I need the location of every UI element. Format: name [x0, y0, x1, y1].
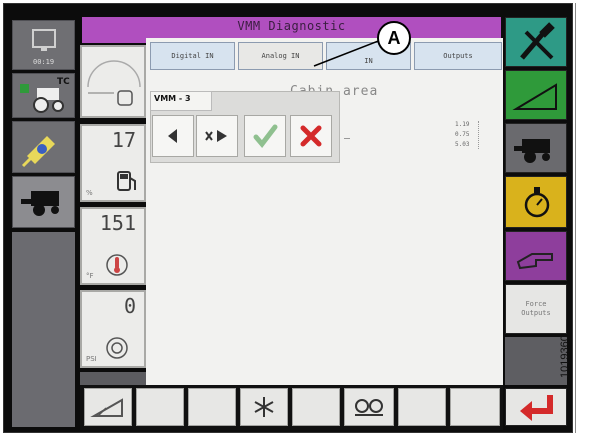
slope-icon [512, 83, 557, 110]
hammer-wrench-icon [520, 22, 555, 60]
checkmark-icon [253, 124, 278, 148]
header-setting-button[interactable] [505, 70, 567, 120]
reading-marks [478, 121, 484, 149]
fuel-pump-icon [117, 171, 136, 191]
figure-id: 1019360 [559, 335, 571, 378]
temperature-unit: °F [86, 272, 94, 280]
tape-reel-icon [355, 399, 383, 416]
close-x-icon [300, 125, 322, 147]
tc-label: TC [57, 77, 70, 87]
gauge-temperature: 151 °F [80, 207, 146, 285]
previous-button[interactable] [152, 115, 194, 157]
clock-tile[interactable]: 00:19 [12, 20, 75, 70]
callout-a: A [377, 21, 411, 55]
expand-button[interactable] [196, 115, 238, 157]
header-tilt-icon [90, 398, 123, 417]
arrow-left-icon [168, 129, 177, 143]
asterisk-icon [254, 397, 274, 417]
confirm-button[interactable] [244, 115, 286, 157]
hand-icon [516, 253, 553, 270]
reading-1: 1.19 [455, 121, 470, 128]
row-dash [344, 138, 350, 139]
return-arrow-icon [520, 395, 553, 421]
fuel-unit: % [86, 189, 93, 197]
left-panel-filler [12, 232, 75, 427]
cancel-button[interactable] [290, 115, 332, 157]
bottom-tape-button[interactable] [344, 388, 394, 426]
back-button[interactable] [505, 388, 567, 426]
engine-button[interactable] [505, 176, 567, 228]
temperature-value: 151 [99, 211, 136, 235]
tab-digital-in[interactable]: Digital IN [150, 42, 235, 70]
right-panel-filler [505, 337, 567, 385]
force-outputs-label: Force Outputs [521, 300, 551, 317]
tab-outputs[interactable]: Outputs [414, 42, 502, 70]
speedometer-icon [87, 60, 141, 106]
force-outputs-button[interactable]: Force Outputs [505, 284, 567, 334]
reading-2: 0.75 [455, 131, 470, 138]
satellite-icon [21, 136, 55, 168]
bottom-button-7[interactable] [398, 388, 446, 426]
gauge-fuel: 17 % [80, 124, 146, 202]
combine-tile[interactable] [12, 176, 75, 228]
gauge-speed [80, 45, 146, 118]
bottom-asterisk-button[interactable] [240, 388, 288, 426]
popup-title: VMM - 3 [154, 94, 191, 103]
clock-text: 00:19 [33, 58, 55, 66]
bottom-button-8[interactable] [450, 388, 500, 426]
combine-right-icon [514, 139, 550, 163]
bottom-button-2[interactable] [136, 388, 184, 426]
fuel-value: 17 [111, 128, 136, 152]
expand-arrows-icon [205, 130, 227, 142]
tools-button[interactable] [505, 17, 567, 67]
satellite-tile[interactable] [12, 121, 75, 173]
frame-divider [575, 3, 576, 433]
engine-icon [524, 187, 550, 218]
bottom-button-5[interactable] [292, 388, 340, 426]
callout-letter: A [387, 27, 401, 48]
thermometer-icon [106, 254, 128, 276]
pressure-icon [106, 337, 128, 359]
hand-button[interactable] [505, 231, 567, 281]
pressure-value: 0 [123, 294, 136, 318]
tractor-tc-tile[interactable]: TC [12, 73, 75, 118]
reading-3: 5.03 [455, 141, 470, 148]
gauge-pressure: 0 PSI [80, 290, 146, 368]
combine-icon [21, 191, 59, 216]
window-title: VMM Diagnostic [237, 19, 346, 33]
pressure-unit: PSI [86, 355, 97, 363]
bottom-slope-button[interactable] [84, 388, 132, 426]
combine-button[interactable] [505, 123, 567, 173]
bottom-button-3[interactable] [188, 388, 236, 426]
